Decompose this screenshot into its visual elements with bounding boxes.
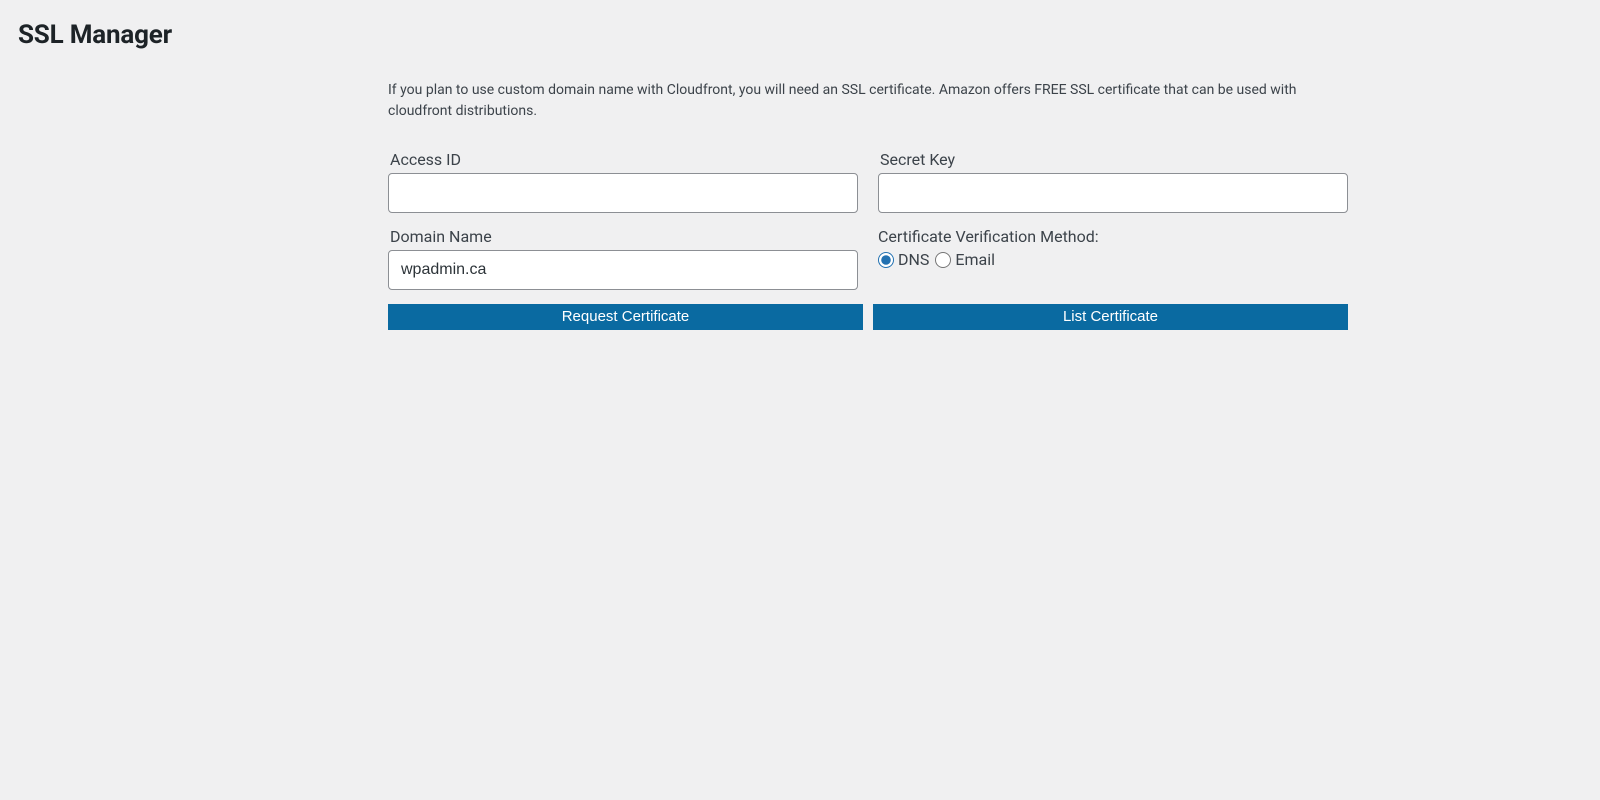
verification-radio-dns: DNS [878,250,931,269]
request-certificate-button[interactable]: Request Certificate [388,304,863,330]
verification-group: Certificate Verification Method: DNS Ema… [878,227,1348,290]
verification-radio-email: Email [935,250,997,269]
list-certificate-button[interactable]: List Certificate [873,304,1348,330]
secret-key-group: Secret Key [878,150,1348,213]
domain-name-label: Domain Name [390,227,858,246]
form-row-2: Domain Name Certificate Verification Met… [388,227,1348,290]
verification-radio-row: DNS Email [878,250,1348,269]
secret-key-input[interactable] [878,173,1348,213]
page-title: SSL Manager [18,20,1580,50]
access-id-input[interactable] [388,173,858,213]
access-id-label: Access ID [390,150,858,169]
verification-radio-email-label[interactable]: Email [955,250,995,269]
secret-key-label: Secret Key [880,150,1348,169]
access-id-group: Access ID [388,150,858,213]
button-row: Request Certificate List Certificate [388,304,1348,330]
verification-radio-dns-label[interactable]: DNS [898,250,929,269]
intro-text: If you plan to use custom domain name wi… [388,80,1348,122]
verification-radio-dns-input[interactable] [878,252,894,268]
domain-name-input[interactable] [388,250,858,290]
content-wrapper: If you plan to use custom domain name wi… [388,80,1348,330]
form-row-1: Access ID Secret Key [388,150,1348,213]
domain-name-group: Domain Name [388,227,858,290]
verification-label: Certificate Verification Method: [878,227,1348,246]
verification-radio-email-input[interactable] [935,252,951,268]
